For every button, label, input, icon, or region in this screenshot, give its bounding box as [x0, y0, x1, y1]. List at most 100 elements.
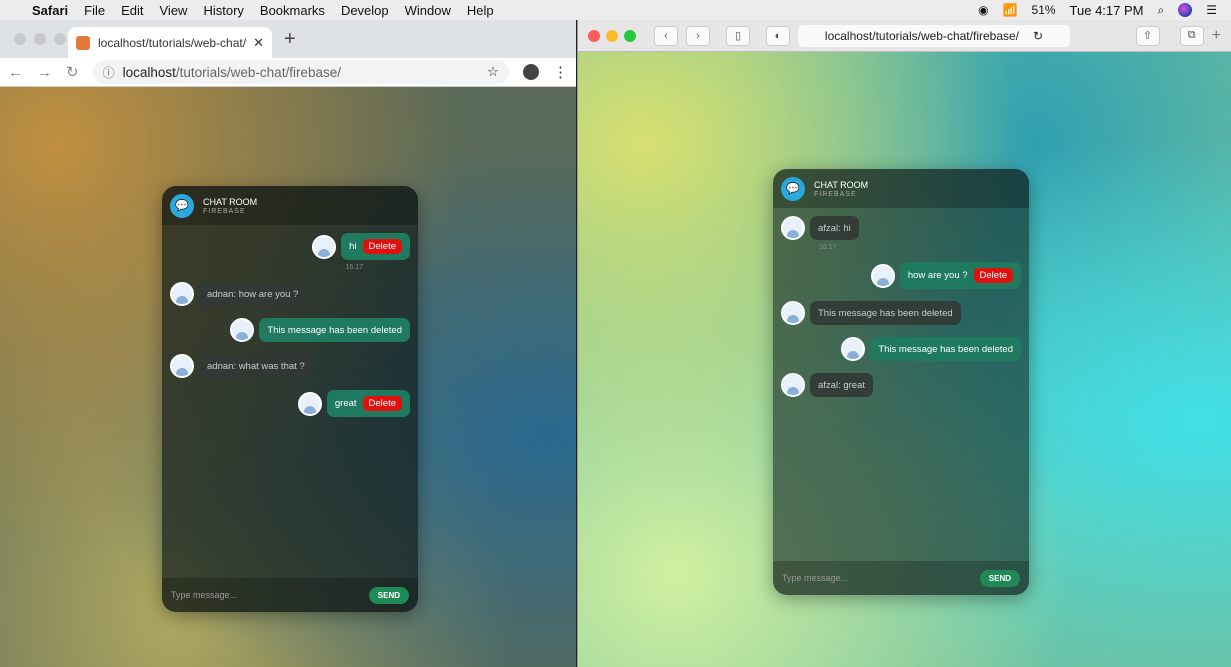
- back-icon[interactable]: ←: [8, 64, 23, 81]
- avatar: [297, 391, 322, 416]
- message-text: great: [334, 398, 357, 409]
- avatar: [781, 301, 805, 325]
- message-text: adnan: how are you ?: [207, 288, 299, 300]
- chat-subtitle: FIREBASE: [203, 207, 246, 215]
- new-tab-button[interactable]: +: [1212, 27, 1221, 45]
- safari-window: ‹ › ▯ ◐ localhost/tutorials/web-chat/fir…: [577, 20, 1231, 667]
- wifi-icon[interactable]: 📶: [1003, 3, 1018, 17]
- menu-app[interactable]: Safari: [32, 3, 68, 18]
- avatar: [781, 373, 805, 397]
- message-row: adnan: how are you ?: [170, 282, 410, 306]
- message-row: This message has been deleted: [781, 337, 1021, 361]
- chat-bubbles-icon: 💬: [170, 193, 194, 218]
- avatar: [170, 282, 194, 306]
- message-text: afzal: hi: [818, 222, 851, 234]
- message-row: afzal: hi 16:17: [781, 216, 1021, 251]
- share-icon[interactable]: ⇧: [1135, 25, 1160, 46]
- siri-icon[interactable]: [1178, 3, 1193, 17]
- new-tab-button[interactable]: +: [284, 28, 296, 51]
- menu-item[interactable]: Edit: [121, 3, 143, 18]
- delete-button[interactable]: Delete: [973, 268, 1013, 283]
- avatar: [170, 354, 194, 378]
- chat-bubbles-icon: 💬: [781, 176, 805, 201]
- window-controls[interactable]: [588, 29, 636, 42]
- delete-button[interactable]: Delete: [362, 239, 402, 254]
- message-bubble: adnan: what was that ?: [199, 354, 313, 378]
- url-path: /tutorials/web-chat/firebase/: [175, 64, 341, 80]
- message-input[interactable]: Type message... SEND: [162, 578, 418, 612]
- chat-header: 💬 CHAT ROOM FIREBASE: [162, 186, 418, 225]
- tabs-icon[interactable]: ⧉: [1179, 25, 1204, 46]
- url: localhost/tutorials/web-chat/firebase/: [824, 28, 1020, 43]
- url-host: localhost: [122, 64, 176, 80]
- chat-title: CHAT ROOM: [203, 196, 258, 207]
- clock[interactable]: Tue 4:17 PM: [1070, 3, 1144, 18]
- browser-tab[interactable]: localhost/tutorials/web-chat/fir ✕: [68, 27, 272, 58]
- message-list: afzal: hi 16:17 how are you ? Delete This me…: [773, 208, 1029, 397]
- reload-icon[interactable]: ↻: [66, 63, 79, 81]
- chat-title: CHAT ROOM: [814, 179, 869, 190]
- message-bubble: This message has been deleted: [870, 337, 1021, 361]
- avatar: [230, 318, 255, 342]
- tab-title: localhost/tutorials/web-chat/fir: [98, 35, 248, 50]
- forward-icon[interactable]: →: [37, 64, 52, 81]
- avatar: [312, 234, 337, 259]
- avatar: [870, 263, 895, 288]
- message-row: This message has been deleted: [781, 301, 1021, 325]
- send-button[interactable]: SEND: [979, 569, 1020, 587]
- chat-header: 💬 CHAT ROOM FIREBASE: [773, 169, 1029, 208]
- message-text: how are you ?: [907, 270, 968, 281]
- list-icon[interactable]: ☰: [1206, 3, 1217, 17]
- back-button[interactable]: ‹: [654, 25, 678, 46]
- message-text: hi: [349, 241, 357, 252]
- message-text: This message has been deleted: [267, 324, 402, 336]
- forward-button[interactable]: ›: [686, 25, 710, 46]
- chat-subtitle: FIREBASE: [814, 190, 857, 198]
- address-bar[interactable]: ⓘ localhost/tutorials/web-chat/firebase/…: [92, 60, 509, 84]
- message-row: adnan: what was that ?: [170, 354, 410, 378]
- reload-icon[interactable]: ↻: [1033, 29, 1043, 43]
- privacy-icon[interactable]: ◐: [766, 25, 790, 46]
- menu-dots-icon[interactable]: ⋮: [553, 63, 568, 81]
- search-icon[interactable]: ⌕: [1158, 3, 1165, 18]
- message-text: This message has been deleted: [878, 343, 1013, 355]
- message-bubble: afzal: great: [810, 373, 873, 397]
- message-bubble: great Delete: [326, 390, 410, 417]
- sidebar-icon[interactable]: ▯: [726, 25, 750, 46]
- menu-item[interactable]: Window: [405, 3, 451, 18]
- info-icon: ⓘ: [102, 65, 115, 80]
- send-button[interactable]: SEND: [368, 586, 409, 604]
- menu-item[interactable]: Help: [467, 3, 494, 18]
- delete-button[interactable]: Delete: [362, 396, 402, 411]
- message-bubble: This message has been deleted: [810, 301, 961, 325]
- message-bubble: adnan: how are you ?: [199, 282, 307, 306]
- message-list: hi Delete 16:17 adnan: how are you ? This me…: [162, 225, 418, 417]
- menu-item[interactable]: File: [84, 3, 105, 18]
- message-text: afzal: great: [818, 379, 865, 391]
- message-bubble: hi Delete: [341, 233, 410, 260]
- menu-item[interactable]: History: [203, 3, 243, 18]
- message-row: great Delete: [170, 390, 410, 417]
- macos-menubar: Safari File Edit View History Bookmarks …: [0, 0, 1231, 20]
- profile-avatar[interactable]: [523, 64, 539, 80]
- message-time: 16:17: [345, 264, 363, 271]
- message-text: adnan: what was that ?: [207, 360, 305, 372]
- message-bubble: This message has been deleted: [259, 318, 410, 342]
- message-time: 16:17: [819, 244, 837, 251]
- chrome-window: localhost/tutorials/web-chat/fir ✕ + ← →…: [0, 20, 576, 667]
- message-input[interactable]: Type message... SEND: [773, 561, 1029, 595]
- menu-item[interactable]: Develop: [341, 3, 389, 18]
- avatar: [781, 216, 805, 240]
- message-row: afzal: great: [781, 373, 1021, 397]
- window-controls[interactable]: [14, 33, 66, 45]
- menu-item[interactable]: Bookmarks: [260, 3, 325, 18]
- address-bar[interactable]: localhost/tutorials/web-chat/firebase/ ↻: [798, 24, 1070, 47]
- menu-item[interactable]: View: [160, 3, 188, 18]
- favicon-icon: [76, 35, 90, 50]
- close-tab-icon[interactable]: ✕: [253, 35, 264, 51]
- avatar: [841, 337, 866, 361]
- battery-percent[interactable]: 51%: [1032, 3, 1056, 17]
- star-icon[interactable]: ☆: [487, 64, 499, 80]
- record-icon[interactable]: ◉: [978, 3, 988, 17]
- message-placeholder: Type message...: [782, 573, 849, 583]
